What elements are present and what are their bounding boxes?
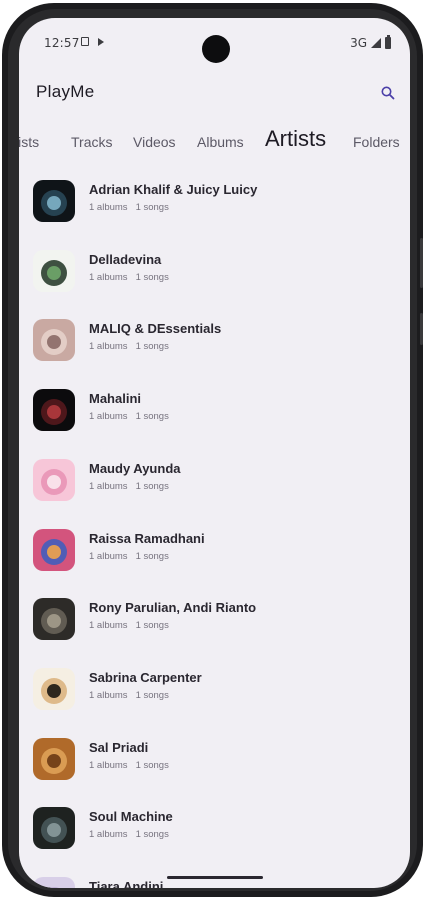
artist-meta: 1 albums 1 songs bbox=[89, 202, 169, 213]
song-count: 1 songs bbox=[135, 760, 169, 771]
song-count: 1 songs bbox=[135, 481, 169, 492]
artist-name: Adrian Khalif & Juicy Luicy bbox=[89, 182, 258, 197]
artist-meta: 1 albums 1 songs bbox=[89, 620, 169, 631]
search-button[interactable] bbox=[379, 84, 397, 102]
camera-cutout bbox=[201, 35, 230, 63]
artist-name: Sal Priadi bbox=[89, 740, 149, 755]
signal-icon bbox=[371, 38, 381, 48]
album-count: 1 albums bbox=[89, 272, 128, 283]
home-indicator[interactable] bbox=[166, 876, 263, 879]
network-type: 3G bbox=[350, 36, 367, 50]
phone-frame: 12:57 3G PlayMe lists Track bbox=[2, 3, 423, 897]
song-count: 1 songs bbox=[135, 341, 169, 352]
artist-meta: 1 albums 1 songs bbox=[89, 551, 169, 562]
artist-artwork bbox=[33, 529, 75, 571]
artist-name: Tiara Andini bbox=[89, 879, 164, 888]
artist-row[interactable]: Rony Parulian, Andi Rianto 1 albums 1 song… bbox=[19, 586, 410, 656]
artist-artwork bbox=[33, 459, 75, 501]
artist-name: Delladevina bbox=[89, 252, 162, 267]
artwork-shape bbox=[47, 754, 61, 768]
album-count: 1 albums bbox=[89, 620, 128, 631]
status-bar: 12:57 3G bbox=[19, 18, 410, 68]
song-count: 1 songs bbox=[135, 829, 169, 840]
artist-name: MALIQ & DEssentials bbox=[89, 321, 222, 336]
artist-name: Sabrina Carpenter bbox=[89, 670, 202, 685]
artist-meta: 1 albums 1 songs bbox=[89, 341, 169, 352]
artist-name: Soul Machine bbox=[89, 809, 173, 824]
artist-meta: 1 albums 1 songs bbox=[89, 760, 169, 771]
artist-row[interactable]: Sal Priadi 1 albums 1 songs bbox=[19, 726, 410, 796]
artist-artwork bbox=[33, 250, 75, 292]
song-count: 1 songs bbox=[135, 551, 169, 562]
volume-button bbox=[420, 238, 423, 288]
artist-row[interactable]: Maudy Ayunda 1 albums 1 songs bbox=[19, 447, 410, 517]
artwork-shape bbox=[47, 335, 61, 349]
artist-row[interactable]: Soul Machine 1 albums 1 songs bbox=[19, 795, 410, 865]
artwork-shape bbox=[47, 196, 61, 210]
artist-artwork bbox=[33, 598, 75, 640]
artist-artwork bbox=[33, 668, 75, 710]
app-header: PlayMe bbox=[19, 80, 410, 110]
play-icon bbox=[98, 37, 104, 46]
artist-meta: 1 albums 1 songs bbox=[89, 481, 169, 492]
search-icon bbox=[381, 86, 395, 100]
artist-name: Mahalini bbox=[89, 391, 142, 406]
artwork-shape bbox=[47, 405, 61, 419]
artist-name: Maudy Ayunda bbox=[89, 461, 181, 476]
artwork-shape bbox=[47, 266, 61, 280]
album-count: 1 albums bbox=[89, 551, 128, 562]
album-count: 1 albums bbox=[89, 690, 128, 701]
artwork-shape bbox=[47, 475, 61, 489]
song-count: 1 songs bbox=[135, 272, 169, 283]
artist-meta: 1 albums 1 songs bbox=[89, 272, 169, 283]
artist-row[interactable]: MALIQ & DEssentials 1 albums 1 songs bbox=[19, 307, 410, 377]
tab-artists[interactable]: Artists bbox=[265, 126, 326, 152]
artist-row[interactable]: Delladevina 1 albums 1 songs bbox=[19, 238, 410, 308]
song-count: 1 songs bbox=[135, 620, 169, 631]
artist-row[interactable]: Adrian Khalif & Juicy Luicy 1 albums 1 son… bbox=[19, 168, 410, 238]
tab-playlists[interactable]: lists bbox=[19, 134, 39, 150]
artwork-shape bbox=[47, 545, 61, 559]
song-count: 1 songs bbox=[135, 202, 169, 213]
song-count: 1 songs bbox=[135, 690, 169, 701]
screen: 12:57 3G PlayMe lists Track bbox=[19, 18, 410, 888]
artwork-shape bbox=[47, 614, 61, 628]
tab-tracks[interactable]: Tracks bbox=[71, 134, 112, 150]
artist-row[interactable]: Mahalini 1 albums 1 songs bbox=[19, 377, 410, 447]
artist-artwork bbox=[33, 180, 75, 222]
artist-artwork bbox=[33, 738, 75, 780]
artist-name: Raissa Ramadhani bbox=[89, 531, 205, 546]
artist-artwork bbox=[33, 389, 75, 431]
artist-meta: 1 albums 1 songs bbox=[89, 829, 169, 840]
status-time: 12:57 bbox=[44, 36, 80, 50]
tab-albums[interactable]: Albums bbox=[197, 134, 244, 150]
status-system-icons: 3G bbox=[350, 35, 391, 50]
album-count: 1 albums bbox=[89, 829, 128, 840]
power-button bbox=[420, 313, 423, 345]
artist-row[interactable]: Sabrina Carpenter 1 albums 1 songs bbox=[19, 656, 410, 726]
album-count: 1 albums bbox=[89, 341, 128, 352]
album-count: 1 albums bbox=[89, 760, 128, 771]
status-notification-icons bbox=[81, 37, 104, 46]
photo-icon bbox=[81, 37, 89, 46]
album-count: 1 albums bbox=[89, 411, 128, 422]
album-count: 1 albums bbox=[89, 202, 128, 213]
artwork-shape bbox=[41, 887, 67, 888]
artist-row[interactable]: Raissa Ramadhani 1 albums 1 songs bbox=[19, 517, 410, 587]
album-count: 1 albums bbox=[89, 481, 128, 492]
artwork-shape bbox=[47, 684, 61, 698]
artist-artwork bbox=[33, 877, 75, 888]
song-count: 1 songs bbox=[135, 411, 169, 422]
artist-artwork bbox=[33, 319, 75, 361]
tab-bar: lists Tracks Videos Albums Artists Folde… bbox=[19, 124, 410, 160]
artwork-shape bbox=[47, 823, 61, 837]
artist-meta: 1 albums 1 songs bbox=[89, 411, 169, 422]
artist-artwork bbox=[33, 807, 75, 849]
artist-meta: 1 albums 1 songs bbox=[89, 690, 169, 701]
battery-icon bbox=[385, 35, 391, 49]
tab-videos[interactable]: Videos bbox=[133, 134, 176, 150]
tab-folders[interactable]: Folders bbox=[353, 134, 400, 150]
artist-name: Rony Parulian, Andi Rianto bbox=[89, 600, 257, 615]
app-title: PlayMe bbox=[36, 82, 95, 101]
